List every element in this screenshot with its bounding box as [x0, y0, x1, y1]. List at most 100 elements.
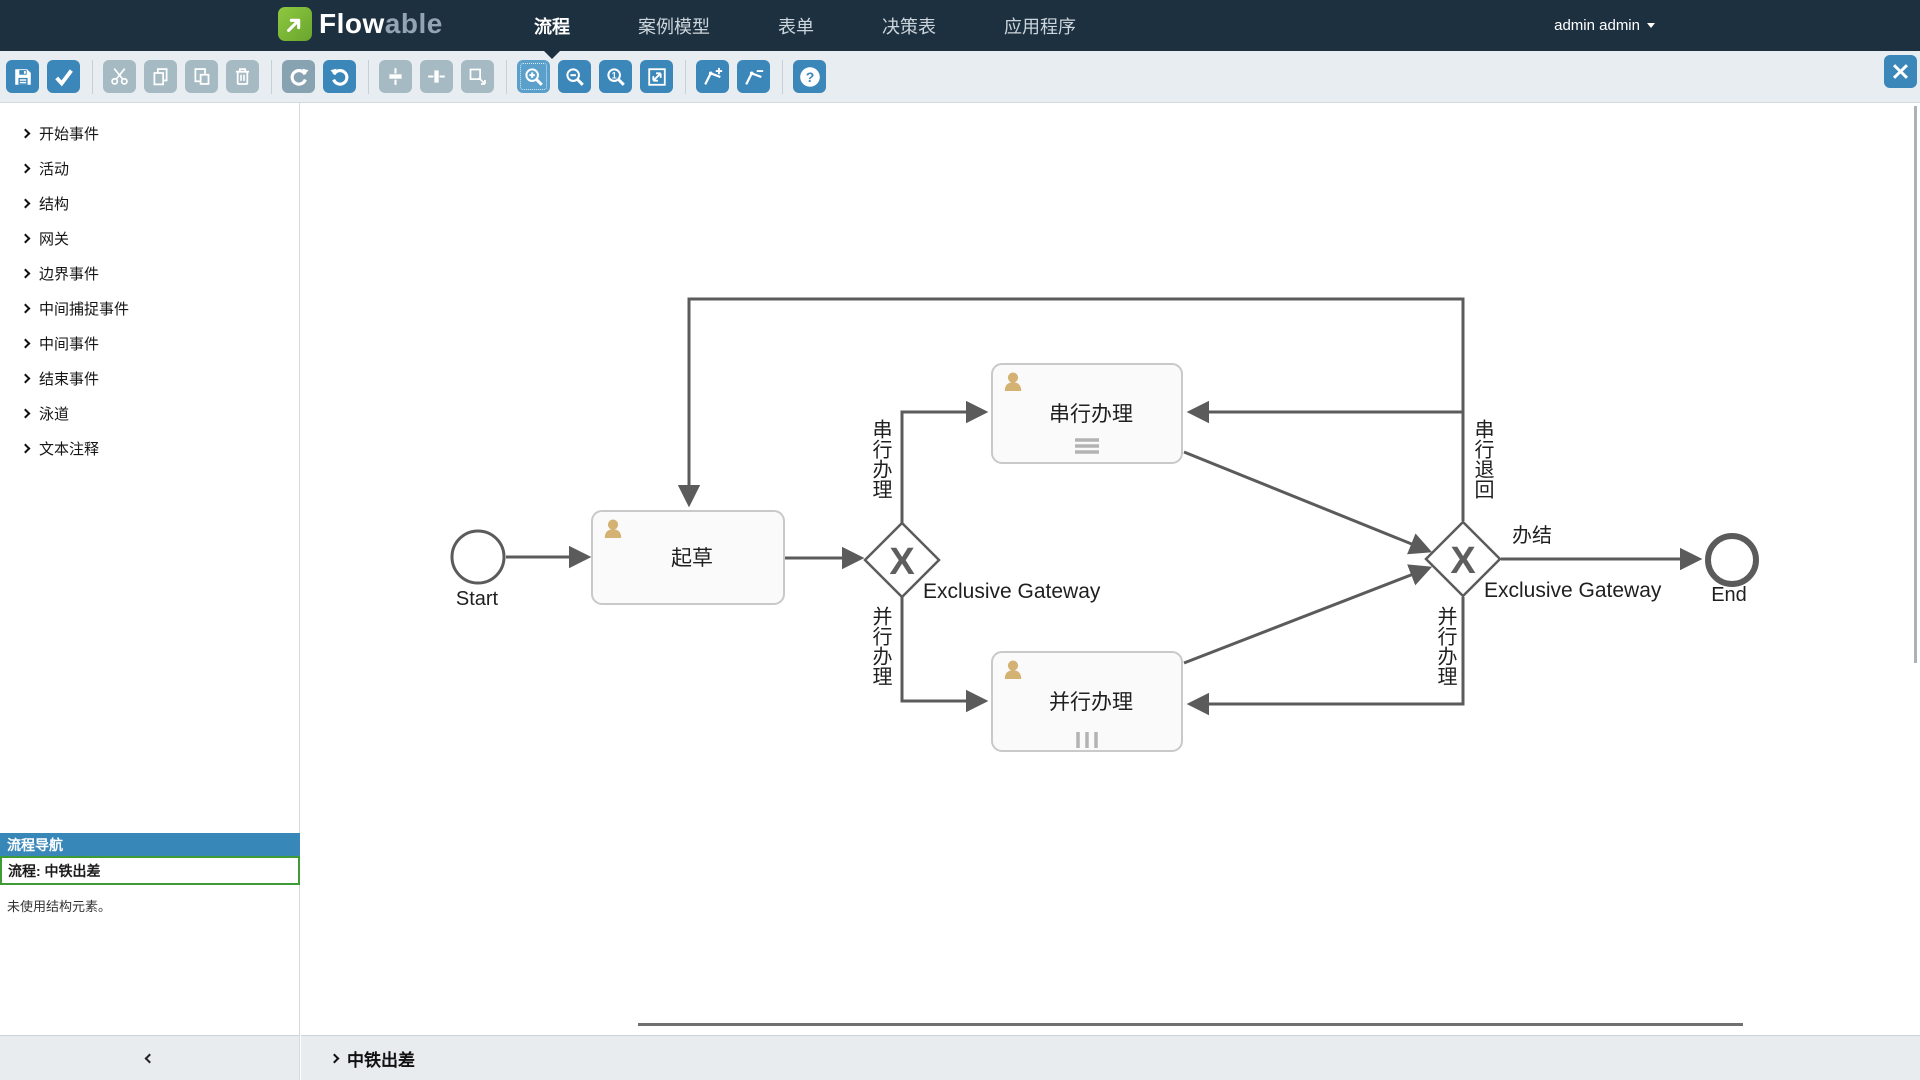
nav-tab-decision-tables[interactable]: 决策表	[848, 0, 970, 51]
remove-bendpoint-button[interactable]	[737, 60, 770, 93]
palette-group-structural[interactable]: 结构	[0, 186, 299, 221]
gateway-x-icon: X	[889, 541, 915, 583]
flow-gateway1-to-serial	[902, 412, 985, 524]
end-event[interactable]: End	[1708, 536, 1756, 606]
chevron-down-icon	[1647, 23, 1655, 28]
validate-button[interactable]	[47, 60, 80, 93]
palette-group-swimlanes[interactable]: 泳道	[0, 396, 299, 431]
edge-label-finish: 办结	[1512, 524, 1552, 547]
toolbar-separator	[92, 60, 93, 94]
canvas-horizontal-scrollbar[interactable]	[638, 1023, 1743, 1026]
exclusive-gateway-2-label: Exclusive Gateway	[1484, 579, 1662, 602]
undo-icon	[329, 66, 351, 88]
chevron-right-icon	[21, 164, 31, 174]
flowable-logo[interactable]: Flowable	[278, 7, 443, 41]
check-icon	[53, 66, 75, 88]
help-icon: ?	[798, 65, 822, 89]
zoom-in-button[interactable]	[517, 60, 550, 93]
chevron-right-icon	[21, 339, 31, 349]
nav-tab-processes[interactable]: 流程	[500, 0, 604, 51]
toolbar-separator	[368, 60, 369, 94]
chevron-right-icon	[21, 234, 31, 244]
chevron-right-icon	[330, 1053, 340, 1063]
zoom-in-icon	[523, 66, 545, 88]
diagram-canvas[interactable]: 串行办理 并行办理 串行退回 并行办理 办结 Start 起草	[301, 103, 1920, 1035]
edge-label-to-parallel: 并行办理	[869, 606, 892, 686]
chevron-right-icon	[21, 409, 31, 419]
canvas-vertical-scrollbar[interactable]	[1914, 106, 1917, 663]
palette-group-gateways[interactable]: 网关	[0, 221, 299, 256]
nav-tab-apps[interactable]: 应用程序	[970, 0, 1110, 51]
align-vertical-button	[379, 60, 412, 93]
save-button[interactable]	[6, 60, 39, 93]
remove-bendpoint-icon	[743, 66, 765, 88]
user-task-draft-label: 起草	[671, 547, 713, 570]
process-navigator: 流程导航 流程: 中铁出差 未使用结构元素。	[0, 833, 300, 915]
palette-group-intermediate-events[interactable]: 中间事件	[0, 326, 299, 361]
flow-parallel-to-gateway2	[1184, 568, 1429, 663]
nav-tab-case-models[interactable]: 案例模型	[604, 0, 744, 51]
sequence-flows[interactable]	[506, 299, 1699, 704]
copy-icon	[150, 66, 171, 87]
close-editor-button[interactable]	[1884, 55, 1917, 88]
collapse-sidebar-icon[interactable]	[145, 1053, 155, 1063]
nav-tab-forms[interactable]: 表单	[744, 0, 848, 51]
chevron-right-icon	[21, 304, 31, 314]
palette-group-end-events[interactable]: 结束事件	[0, 361, 299, 396]
exclusive-gateway-1[interactable]: X Exclusive Gateway	[865, 523, 1101, 603]
save-icon	[12, 66, 34, 88]
zoom-out-icon	[564, 66, 586, 88]
close-icon	[1890, 61, 1911, 82]
zoom-fit-icon	[646, 66, 668, 88]
start-event[interactable]: Start	[452, 531, 504, 610]
breadcrumb-process-name[interactable]: 中铁出差	[347, 1046, 415, 1071]
exclusive-gateway-1-label: Exclusive Gateway	[923, 580, 1101, 603]
zoom-actual-button[interactable]: 1	[599, 60, 632, 93]
edge-label-parallel-return: 并行办理	[1434, 606, 1457, 686]
toolbar-separator	[782, 60, 783, 94]
zoom-actual-icon: 1	[605, 66, 627, 88]
brand-name: Flowable	[319, 8, 443, 40]
chevron-right-icon	[21, 269, 31, 279]
paste-icon	[191, 66, 212, 87]
zoom-fit-button[interactable]	[640, 60, 673, 93]
palette-group-intermediate-catch-events[interactable]: 中间捕捉事件	[0, 291, 299, 326]
palette-group-annotations[interactable]: 文本注释	[0, 431, 299, 466]
process-navigator-selected[interactable]: 流程: 中铁出差	[0, 856, 300, 885]
copy-button	[144, 60, 177, 93]
edge-label-to-serial: 串行办理	[869, 419, 892, 499]
bpmn-diagram: 串行办理 并行办理 串行退回 并行办理 办结 Start 起草	[301, 103, 1920, 1035]
scissors-icon	[109, 66, 130, 87]
palette-group-boundary-events[interactable]: 边界事件	[0, 256, 299, 291]
redo-icon	[288, 66, 310, 88]
chevron-right-icon	[21, 199, 31, 209]
cut-button	[103, 60, 136, 93]
user-task-serial[interactable]: 串行办理	[992, 364, 1182, 463]
help-button[interactable]: ?	[793, 60, 826, 93]
chevron-right-icon	[21, 444, 31, 454]
user-task-parallel[interactable]: 并行办理	[992, 652, 1182, 751]
toolbar-separator	[506, 60, 507, 94]
start-event-label: Start	[456, 588, 499, 610]
breadcrumb-bar: 中铁出差	[301, 1035, 1920, 1080]
chevron-right-icon	[21, 374, 31, 384]
svg-text:1: 1	[611, 70, 616, 80]
active-tab-caret-icon	[544, 51, 560, 59]
palette-group-list: 开始事件 活动 结构 网关 边界事件 中间捕捉事件 中间事件 结束事件 泳道 文…	[0, 103, 299, 466]
redo-button[interactable]	[282, 60, 315, 93]
delete-button	[226, 60, 259, 93]
main-nav-tabs: 流程 案例模型 表单 决策表 应用程序	[500, 0, 1110, 51]
palette-group-activities[interactable]: 活动	[0, 151, 299, 186]
user-menu[interactable]: admin admin	[1554, 0, 1655, 51]
editor-main: 开始事件 活动 结构 网关 边界事件 中间捕捉事件 中间事件 结束事件 泳道 文…	[0, 103, 1920, 1035]
palette-group-start-events[interactable]: 开始事件	[0, 116, 299, 151]
process-navigator-note: 未使用结构元素。	[0, 885, 300, 915]
add-bendpoint-button[interactable]	[696, 60, 729, 93]
zoom-out-button[interactable]	[558, 60, 591, 93]
user-task-draft[interactable]: 起草	[592, 511, 784, 604]
undo-button[interactable]	[323, 60, 356, 93]
user-task-parallel-label: 并行办理	[1049, 691, 1133, 714]
trash-icon	[232, 66, 253, 87]
gateway-x-icon: X	[1450, 540, 1476, 582]
toolbar-separator	[271, 60, 272, 94]
